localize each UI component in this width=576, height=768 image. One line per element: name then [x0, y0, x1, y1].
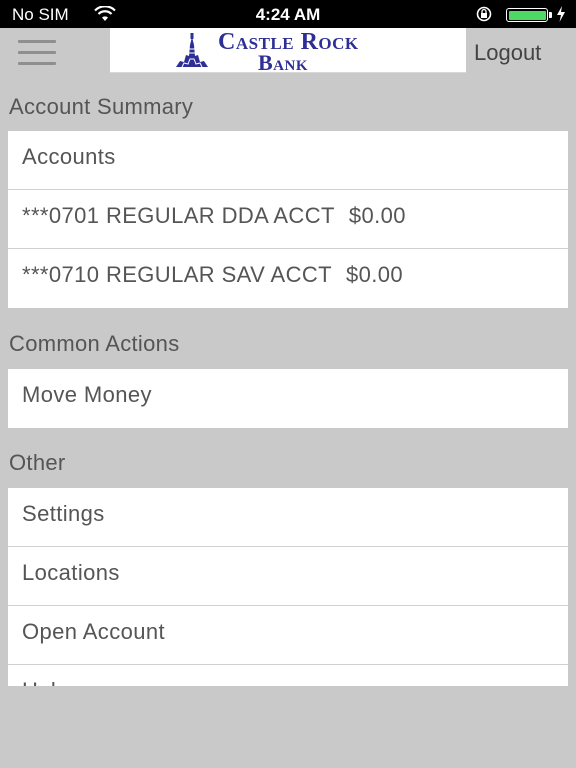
castle-rock-emblem-icon	[176, 33, 208, 68]
app-header: Castle Rock Bank Logout	[0, 28, 576, 75]
account-summary-list: Accounts ***0701 REGULAR DDA ACCT $0.00 *…	[8, 131, 568, 308]
section-title-other: Other	[9, 450, 66, 475]
list-item-open-account[interactable]: Open Account	[8, 606, 568, 665]
list-item-label: Open Account	[22, 619, 166, 644]
battery-icon	[506, 8, 548, 22]
battery-fill	[508, 10, 546, 20]
account-balance: $0.00	[345, 262, 404, 287]
list-item-settings[interactable]: Settings	[8, 488, 568, 547]
list-item-move-money[interactable]: Move Money	[8, 369, 568, 428]
account-name: ***0710 REGULAR SAV ACCT	[22, 262, 332, 287]
battery-tip	[549, 12, 552, 18]
list-item-account-0701[interactable]: ***0701 REGULAR DDA ACCT $0.00	[8, 190, 568, 249]
list-item-help[interactable]: Help	[8, 665, 568, 686]
common-actions-list: Move Money	[8, 369, 568, 428]
list-item-label: Help	[22, 678, 69, 686]
list-item-label: Move Money	[22, 382, 152, 407]
list-item-label: Locations	[22, 560, 120, 585]
logout-button[interactable]: Logout	[474, 40, 541, 66]
list-item-accounts[interactable]: Accounts	[8, 131, 568, 190]
other-list: Settings Locations Open Account Help	[8, 488, 568, 686]
list-item-label: Accounts	[22, 144, 116, 169]
logo-text-line2: Bank	[258, 50, 309, 75]
charging-bolt-icon	[557, 6, 565, 22]
account-balance: $0.00	[348, 203, 406, 228]
section-title-common-actions: Common Actions	[9, 331, 180, 356]
bank-logo: Castle Rock Bank	[110, 28, 466, 75]
hamburger-menu-icon[interactable]	[18, 40, 56, 66]
list-item-locations[interactable]: Locations	[8, 547, 568, 606]
account-name: ***0701 REGULAR DDA ACCT	[22, 203, 335, 228]
list-item-account-0710[interactable]: ***0710 REGULAR SAV ACCT $0.00	[8, 249, 568, 308]
orientation-lock-icon	[476, 6, 492, 22]
other-scroll-area[interactable]: Settings Locations Open Account Help	[0, 486, 576, 686]
list-item-label: Settings	[22, 501, 105, 526]
status-bar: No SIM 4:24 AM	[0, 0, 576, 28]
section-title-account-summary: Account Summary	[9, 94, 194, 119]
